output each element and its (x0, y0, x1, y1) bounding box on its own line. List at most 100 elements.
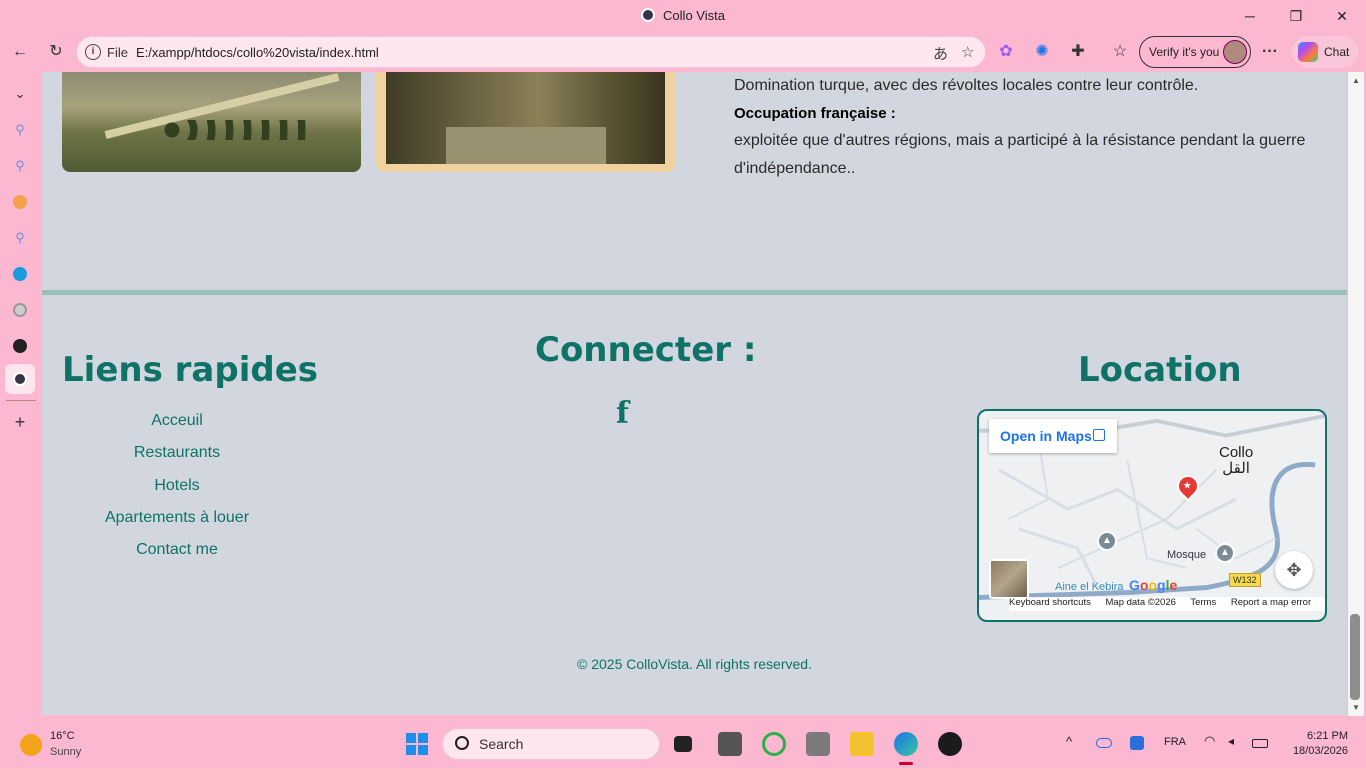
historic-landscape-photo (62, 72, 361, 172)
minimize-button[interactable]: ─ (1237, 4, 1263, 28)
page-viewport: Domination turque, avec des révoltes loc… (42, 72, 1347, 715)
address-bar[interactable]: i File E:/xampp/htdocs/collo%20vista/ind… (76, 36, 986, 68)
copilot-logo-icon (1298, 42, 1318, 62)
github-shortcut-icon[interactable] (10, 336, 30, 356)
maximize-button[interactable]: ❐ (1283, 4, 1309, 28)
taskbar-app-icon[interactable] (806, 732, 830, 756)
app-shortcut-icon[interactable] (10, 264, 30, 284)
tray-overflow-icon[interactable]: ^ (1066, 734, 1072, 749)
close-button[interactable]: ✕ (1329, 4, 1355, 28)
url-text[interactable]: E:/xampp/htdocs/collo%20vista/index.html (136, 45, 379, 60)
embedded-map[interactable]: Open in Maps Collo القل ★ ▲ ▲ Mosque Ain… (977, 409, 1327, 622)
search-shortcut-icon[interactable]: ⚲ (10, 228, 30, 248)
search-placeholder: Search (479, 736, 524, 752)
open-in-maps-button[interactable]: Open in Maps (989, 419, 1117, 453)
link-apartements[interactable]: Apartements à louer (82, 507, 272, 539)
terms-link[interactable]: Terms (1190, 597, 1216, 608)
map-city-label: Collo القل (1219, 444, 1254, 477)
translate-icon[interactable]: あ (933, 43, 948, 64)
refresh-button[interactable]: ↻ (44, 40, 68, 64)
history-text: Domination turque, avec des révoltes loc… (734, 72, 1334, 182)
active-app-indicator (899, 762, 913, 765)
back-button[interactable]: ← (8, 40, 32, 64)
openai-shortcut-icon[interactable] (10, 300, 30, 320)
sun-icon (20, 734, 42, 756)
connect-title: Connecter : (535, 330, 757, 370)
keyboard-shortcuts-link[interactable]: Keyboard shortcuts (1009, 597, 1091, 608)
scroll-up-icon[interactable]: ▲ (1350, 76, 1362, 86)
extensions-puzzle-icon[interactable]: ✚ (1066, 40, 1090, 64)
quick-links-title: Liens rapides (62, 350, 318, 390)
task-view-icon[interactable] (674, 736, 692, 752)
history-paragraph: exploitée que d'autres régions, mais a p… (734, 132, 1306, 177)
mosque-label: Mosque (1167, 549, 1207, 561)
copilot-chat-button[interactable]: Chat (1292, 36, 1358, 68)
scroll-down-icon[interactable]: ▼ (1350, 703, 1362, 713)
onedrive-icon[interactable] (1096, 738, 1112, 748)
sidebar-divider (6, 400, 36, 401)
mosque-poi-icon[interactable]: ▲ (1097, 531, 1117, 551)
app-shortcut-icon[interactable] (10, 192, 30, 212)
quick-links-list: Acceuil Restaurants Hotels Apartements à… (82, 410, 272, 571)
file-explorer-icon[interactable] (850, 732, 874, 756)
extension-gear-icon[interactable]: ✺ (1030, 40, 1054, 64)
language-indicator[interactable]: FRA (1164, 736, 1186, 748)
link-hotels[interactable]: Hotels (82, 475, 272, 507)
site-favicon-icon (641, 8, 656, 22)
scroll-thumb[interactable] (1350, 614, 1360, 700)
weather-condition: Sunny (50, 746, 82, 758)
taskbar: 16°C Sunny Search ^ FRA ◠ ◂ 6:21 PM 18/0… (0, 720, 1366, 768)
more-menu-icon[interactable]: ··· (1258, 40, 1282, 64)
battery-icon[interactable] (1252, 739, 1268, 748)
search-shortcut-icon[interactable]: ⚲ (10, 120, 30, 140)
map-attribution: Keyboard shortcuts Map data ©2026 Terms … (1009, 597, 1325, 611)
taskbar-app-icon[interactable] (762, 732, 786, 756)
history-heading: Occupation française : (734, 104, 896, 122)
window-title: Collo Vista (0, 8, 1366, 23)
open-in-maps-label: Open in Maps (1000, 428, 1092, 444)
start-menu-icon[interactable] (406, 733, 428, 755)
taskbar-app-icon[interactable] (718, 732, 742, 756)
search-icon (455, 736, 469, 750)
profile-avatar (1223, 40, 1247, 64)
verify-label: Verify it's you (1149, 45, 1220, 59)
edge-browser-icon[interactable] (894, 732, 918, 756)
road-tag: W132 (1229, 573, 1261, 587)
location-title: Location (1078, 350, 1242, 390)
site-info-icon[interactable]: i (85, 44, 101, 60)
footer-divider (42, 290, 1347, 295)
window-titlebar: Collo Vista ─ ❐ ✕ (0, 0, 1366, 32)
profile-verify-button[interactable]: Verify it's you (1139, 36, 1251, 68)
link-acceuil[interactable]: Acceuil (82, 410, 272, 442)
temperature: 16°C (50, 730, 75, 742)
google-logo: Google (1129, 577, 1178, 593)
security-icon[interactable] (1130, 736, 1144, 750)
taskbar-search[interactable]: Search (442, 728, 660, 760)
github-desktop-icon[interactable] (938, 732, 962, 756)
map-camera-control-icon[interactable]: ✥ (1275, 551, 1313, 589)
collo-vista-tab-icon[interactable] (10, 369, 30, 389)
wifi-icon[interactable]: ◠ (1204, 733, 1215, 749)
place-label: Aine el Kebira (1055, 581, 1124, 593)
satellite-toggle[interactable] (989, 559, 1029, 599)
mosque-poi-icon[interactable]: ▲ (1215, 543, 1235, 563)
historic-street-photo (376, 72, 675, 172)
favorites-icon[interactable]: ☆ (1108, 40, 1132, 64)
search-shortcut-icon[interactable]: ⚲ (10, 156, 30, 176)
copyright-text: © 2025 ColloVista. All rights reserved. (577, 656, 812, 672)
favorite-star-icon[interactable]: ☆ (961, 43, 974, 61)
map-data-label: Map data ©2026 (1105, 597, 1176, 608)
chat-label: Chat (1324, 45, 1350, 59)
link-restaurants[interactable]: Restaurants (82, 442, 272, 474)
collapse-chevron-icon[interactable]: ⌄ (10, 84, 30, 104)
copilot-extension-icon[interactable]: ✿ (994, 40, 1018, 64)
history-line: Domination turque, avec des révoltes loc… (734, 77, 1199, 94)
add-shortcut-icon[interactable]: + (10, 412, 30, 432)
browser-toolbar: ← ↻ i File E:/xampp/htdocs/collo%20vista… (0, 32, 1366, 72)
report-error-link[interactable]: Report a map error (1231, 597, 1311, 608)
facebook-icon[interactable]: f (616, 396, 636, 431)
external-link-icon (1093, 429, 1105, 441)
system-clock[interactable]: 6:21 PM 18/03/2026 (1284, 729, 1348, 759)
link-contact[interactable]: Contact me (82, 539, 272, 571)
volume-icon[interactable]: ◂ (1228, 734, 1234, 748)
